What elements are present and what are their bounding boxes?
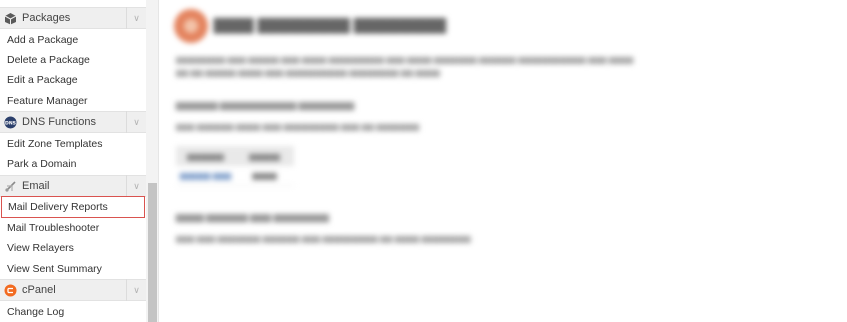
- sidebar-item-park-a-domain[interactable]: Park a Domain: [0, 154, 146, 174]
- section-text-blurred: ▆▆▆ ▆▆▆▆▆▆ ▆▆▆▆ ▆▆▆ ▆▆▆▆▆▆▆▆▆ ▆▆▆ ▆▆ ▆▆▆…: [176, 122, 420, 131]
- sidebar-item-view-sent-summary[interactable]: View Sent Summary: [0, 259, 146, 279]
- group-title: Packages: [22, 12, 71, 24]
- description-blurred-line: ▆▆ ▆▆ ▆▆▆▆▆ ▆▆▆▆ ▆▆▆ ▆▆▆▆▆▆▆▆▆▆ ▆▆▆▆▆▆▆▆…: [176, 68, 440, 77]
- table-row: ▆▆▆▆▆ ▆▆▆ ▆▆▆▆: [176, 166, 294, 186]
- section-heading-blurred: ▆▆▆▆ ▆▆▆▆▆▆ ▆▆▆ ▆▆▆▆▆▆▆▆: [176, 212, 329, 222]
- dns-icon-text: DNS: [5, 120, 16, 126]
- main-content-blurred: ▆▆▆ ▆▆▆▆▆▆▆ ▆▆▆▆▆▆▆ ▆▆▆▆▆▆▆▆ ▆▆▆ ▆▆▆▆▆ ▆…: [160, 0, 847, 322]
- chevron-down-icon[interactable]: ∨: [126, 111, 146, 133]
- cpanel-icon: [3, 283, 17, 297]
- group-title: cPanel: [22, 284, 56, 296]
- section-text-blurred: ▆▆▆ ▆▆▆ ▆▆▆▆▆▆▆ ▆▆▆▆▆▆ ▆▆▆ ▆▆▆▆▆▆▆▆▆ ▆▆ …: [176, 234, 471, 243]
- group-header-packages[interactable]: Packages ∨: [0, 7, 146, 29]
- sidebar-item-view-relayers[interactable]: View Relayers: [0, 238, 146, 258]
- sidebar-item-edit-zone-templates[interactable]: Edit Zone Templates: [0, 134, 146, 154]
- group-title: Email: [22, 180, 50, 192]
- sidebar-item-add-a-package[interactable]: Add a Package: [0, 30, 146, 50]
- chevron-down-icon[interactable]: ∨: [126, 279, 146, 301]
- sidebar-item-change-log[interactable]: Change Log: [0, 302, 146, 322]
- sidebar-item-feature-manager[interactable]: Feature Manager: [0, 91, 146, 111]
- results-table-blurred: ▆▆▆▆▆▆ ▆▆▆▆▆ ▆▆▆▆▆ ▆▆▆ ▆▆▆▆: [176, 146, 294, 186]
- dns-icon: DNS: [3, 115, 17, 129]
- sidebar-item-mail-delivery-reports[interactable]: Mail Delivery Reports: [1, 196, 145, 218]
- page-icon: [174, 9, 208, 43]
- sidebar: Packages ∨ Add a Package Delete a Packag…: [0, 0, 146, 322]
- group-header-cpanel[interactable]: cPanel ∨: [0, 279, 146, 301]
- table-header: ▆▆▆▆▆▆ ▆▆▆▆▆: [176, 146, 294, 166]
- sidebar-item-delete-a-package[interactable]: Delete a Package: [0, 50, 146, 70]
- sidebar-scrollbar-thumb[interactable]: [148, 183, 157, 322]
- group-header-dns-functions[interactable]: DNS DNS Functions ∨: [0, 111, 146, 133]
- description-blurred-line: ▆▆▆▆▆▆▆▆ ▆▆▆ ▆▆▆▆▆ ▆▆▆ ▆▆▆▆ ▆▆▆▆▆▆▆▆▆ ▆▆…: [176, 55, 634, 64]
- section-heading-blurred: ▆▆▆▆▆▆ ▆▆▆▆▆▆▆▆▆▆▆ ▆▆▆▆▆▆▆▆: [176, 100, 355, 110]
- group-title: DNS Functions: [22, 116, 96, 128]
- chevron-down-icon[interactable]: ∨: [126, 7, 146, 29]
- sidebar-item-edit-a-package[interactable]: Edit a Package: [0, 70, 146, 90]
- page-title-blurred: ▆▆▆ ▆▆▆▆▆▆▆ ▆▆▆▆▆▆▆: [214, 14, 446, 33]
- whm-window: Packages ∨ Add a Package Delete a Packag…: [0, 0, 847, 322]
- sidebar-item-mail-troubleshooter[interactable]: Mail Troubleshooter: [0, 218, 146, 238]
- email-icon: [3, 179, 17, 193]
- package-icon: [3, 11, 17, 25]
- group-header-email[interactable]: Email ∨: [0, 175, 146, 197]
- chevron-down-icon[interactable]: ∨: [126, 175, 146, 197]
